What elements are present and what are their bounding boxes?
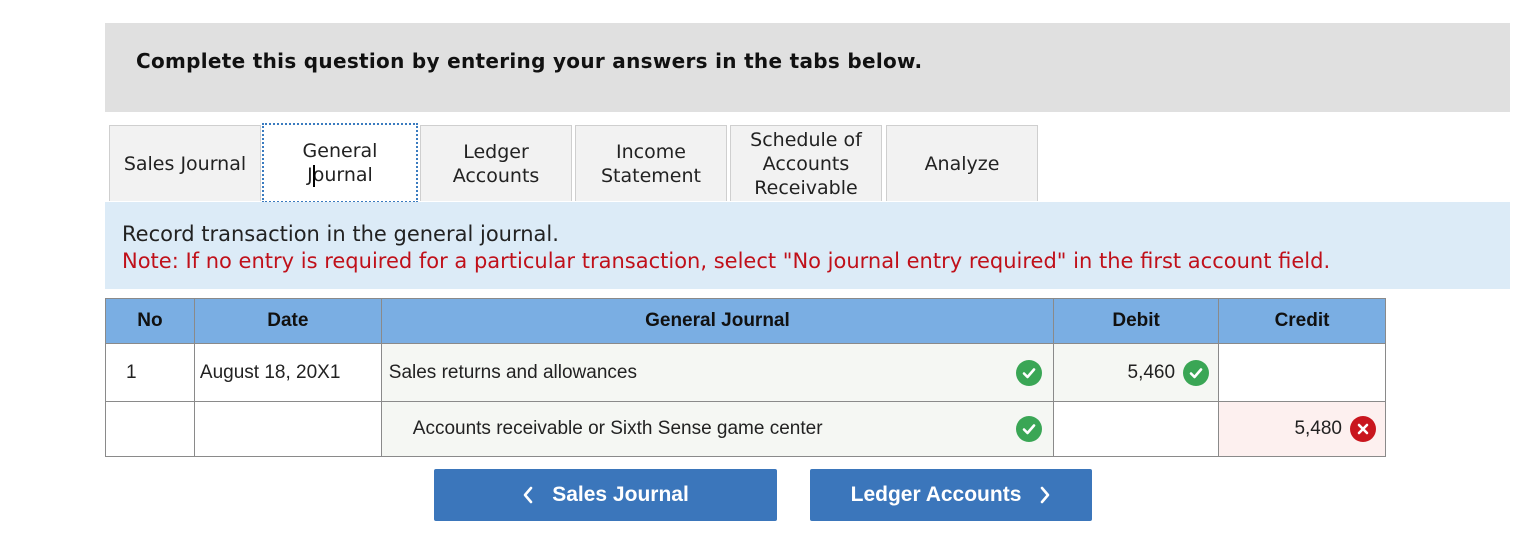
- tab-label: Schedule of Accounts Receivable: [750, 128, 862, 199]
- next-button-label: Ledger Accounts: [850, 483, 1022, 506]
- chevron-right-icon: [1041, 486, 1050, 504]
- col-header-debit: Debit: [1053, 298, 1220, 344]
- credit-cell: [1218, 343, 1386, 402]
- instructions-panel: Record transaction in the general journa…: [105, 202, 1510, 289]
- date-field[interactable]: [193, 401, 382, 457]
- account-select[interactable]: Accounts receivable or Sixth Sense game …: [413, 418, 823, 440]
- date-field[interactable]: August 18, 20X1: [193, 343, 382, 402]
- account-cell: Sales returns and allowances: [380, 343, 1055, 402]
- table-header-row: No Date General Journal Debit Credit: [105, 298, 1386, 344]
- entry-number: [105, 401, 195, 457]
- banner-title: Complete this question by entering your …: [136, 49, 923, 73]
- tab-label: Sales Journal: [123, 152, 247, 175]
- instruction-text: Record transaction in the general journa…: [122, 222, 559, 246]
- text-cursor: [313, 165, 315, 187]
- debit-cell: 5,460: [1053, 343, 1220, 402]
- col-header-general-journal: General Journal: [380, 298, 1055, 344]
- entry-number: 1: [105, 343, 195, 402]
- chevron-left-icon: [523, 486, 533, 504]
- debit-cell: [1053, 401, 1220, 457]
- journal-table: No Date General Journal Debit Credit 1 A…: [105, 298, 1386, 457]
- check-icon: [1016, 359, 1043, 386]
- next-ledger-accounts-button[interactable]: Ledger Accounts: [810, 469, 1092, 521]
- tab-label: Income Statement: [601, 140, 701, 187]
- prev-sales-journal-button[interactable]: Sales Journal: [434, 469, 777, 521]
- col-header-credit: Credit: [1218, 298, 1386, 344]
- tab-label: Analyze: [924, 152, 1000, 175]
- instruction-banner: Complete this question by entering your …: [105, 23, 1510, 112]
- prev-button-label: Sales Journal: [552, 483, 689, 506]
- tab-general-journal[interactable]: General Journal: [262, 123, 418, 203]
- check-icon: [1016, 416, 1043, 442]
- instruction-note: Note: If no entry is required for a part…: [122, 249, 1331, 273]
- credit-input[interactable]: 5,480: [1294, 418, 1342, 440]
- tab-schedule-accounts-receivable[interactable]: Schedule of Accounts Receivable: [730, 125, 882, 201]
- table-row: Accounts receivable or Sixth Sense game …: [105, 401, 1386, 457]
- col-header-date: Date: [193, 298, 382, 344]
- credit-cell: 5,480: [1218, 401, 1386, 457]
- tab-label: Ledger Accounts: [452, 140, 540, 187]
- account-cell: Accounts receivable or Sixth Sense game …: [380, 401, 1055, 457]
- check-icon: [1183, 359, 1210, 386]
- tab-income-statement[interactable]: Income Statement: [575, 125, 727, 201]
- table-row: 1 August 18, 20X1 Sales returns and allo…: [105, 343, 1386, 402]
- tab-analyze[interactable]: Analyze: [886, 125, 1038, 201]
- account-select[interactable]: Sales returns and allowances: [389, 362, 637, 384]
- debit-input[interactable]: 5,460: [1128, 362, 1176, 384]
- tab-sales-journal[interactable]: Sales Journal: [109, 125, 261, 201]
- col-header-no: No: [105, 298, 195, 344]
- tab-ledger-accounts[interactable]: Ledger Accounts: [420, 125, 572, 201]
- error-x-icon: [1350, 416, 1376, 442]
